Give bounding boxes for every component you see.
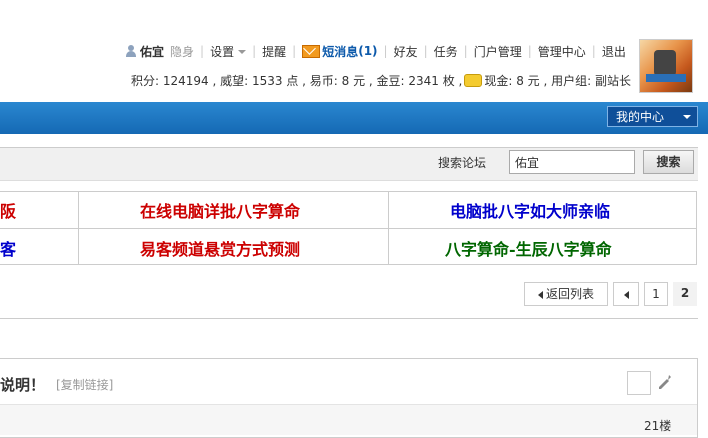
chevron-down-icon (683, 115, 691, 119)
separator: | (591, 44, 596, 58)
wrench-icon[interactable] (657, 373, 673, 391)
main-nav-bar (0, 102, 708, 134)
credits-text-2[interactable]: 现金: 8 元 , 用户组: 副站长 (484, 72, 631, 89)
coin-icon (464, 73, 483, 87)
search-scope-label[interactable]: 搜索论坛 (438, 154, 486, 171)
reminder-link[interactable]: 提醒 (262, 43, 286, 60)
divider (0, 318, 698, 319)
ad-link[interactable]: 电脑批八字如大师亲临 (450, 198, 610, 222)
admin-center-link[interactable]: 管理中心 (538, 43, 586, 60)
ad-link[interactable]: 在线电脑详批八字算命 (140, 198, 300, 222)
copy-link[interactable]: [复制链接] (56, 376, 113, 393)
floor-number: 21楼 (644, 419, 672, 433)
ad-link[interactable]: 易客频道悬赏方式预测 (140, 236, 300, 260)
separator: | (252, 44, 257, 58)
settings-menu[interactable]: 设置 (210, 43, 247, 60)
tasks-link[interactable]: 任务 (434, 43, 458, 60)
separator: | (200, 44, 205, 58)
page-1-link[interactable]: 1 (644, 282, 668, 306)
ad-link[interactable]: 八字算命-生辰八字算命 (445, 236, 612, 260)
post-body-header (0, 404, 697, 435)
separator: | (463, 44, 468, 58)
chevron-left-icon (623, 290, 629, 299)
chevron-left-icon (537, 290, 543, 299)
prev-page-button[interactable] (613, 282, 639, 306)
separator: | (423, 44, 428, 58)
chevron-down-icon (238, 50, 247, 54)
person-icon (125, 45, 137, 57)
credits-text: 积分: 124194 , 威望: 1533 点 , 易币: 8 元 , 金豆: … (131, 73, 463, 88)
mail-icon (302, 44, 321, 58)
my-center-menu[interactable]: 我的中心 (607, 106, 698, 127)
avatar[interactable] (639, 39, 693, 93)
back-to-list-button[interactable]: 返回列表 (524, 282, 608, 306)
logout-link[interactable]: 退出 (602, 43, 626, 60)
search-button[interactable]: 搜索 (643, 150, 694, 174)
separator: | (383, 44, 388, 58)
separator: | (292, 44, 297, 58)
checkbox-placeholder[interactable] (627, 371, 651, 395)
ad-link[interactable]: 客 (0, 236, 16, 260)
credits-bar: 积分: 124194 , 威望: 1533 点 , 易币: 8 元 , 金豆: … (131, 72, 631, 88)
messages-link[interactable]: 短消息 (1) (302, 43, 378, 60)
friends-link[interactable]: 好友 (394, 43, 418, 60)
ad-link[interactable]: 阪 (0, 198, 16, 222)
user-toolbar: 佑宜 隐身 | 设置 | 提醒 | 短消息 (1) | 好友 | 任务 | 门户管… (125, 42, 626, 60)
divider (0, 228, 697, 229)
search-input[interactable] (509, 150, 635, 174)
separator: | (527, 44, 532, 58)
current-page: 2 (673, 282, 697, 306)
portal-admin-link[interactable]: 门户管理 (474, 43, 522, 60)
username-link[interactable]: 佑宜 (140, 43, 164, 60)
post-title: 说明！ (0, 376, 46, 394)
invisible-toggle[interactable]: 隐身 (170, 43, 194, 60)
